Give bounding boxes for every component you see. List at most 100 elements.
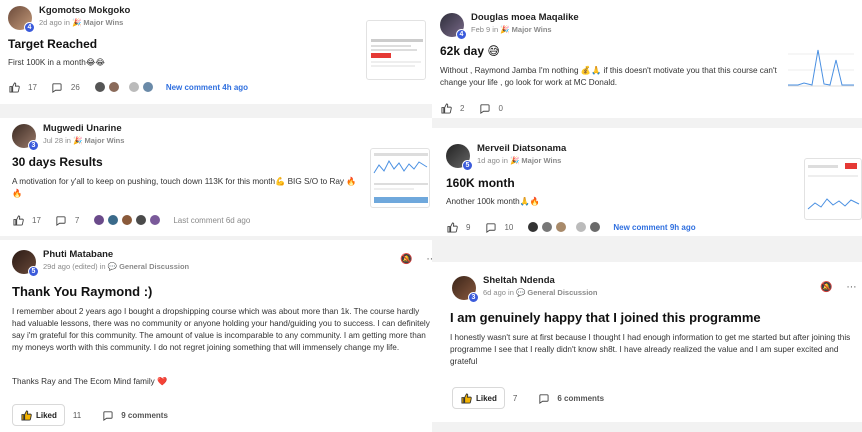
post-body: Another 100k month🙏🔥: [446, 197, 541, 206]
avatar[interactable]: 3: [452, 276, 479, 303]
commenter-avatars[interactable]: [527, 221, 603, 233]
commenter-avatars[interactable]: [93, 81, 156, 93]
thumbs-up-icon[interactable]: [8, 81, 20, 93]
comment-icon[interactable]: [51, 81, 63, 93]
like-count: 17: [28, 82, 37, 92]
category-link[interactable]: Major Wins: [84, 136, 124, 145]
comment-icon[interactable]: [101, 409, 113, 421]
liked-label: Liked: [476, 393, 497, 403]
avatar[interactable]: 5: [446, 144, 473, 171]
level-badge: 5: [28, 266, 39, 277]
avatar[interactable]: 3: [12, 124, 39, 151]
post-time: 29d ago (edited): [43, 261, 98, 271]
author-name[interactable]: Kgomotso Mokgoko: [39, 6, 130, 16]
post-card[interactable]: 3 Sheltah Ndenda 6d ago in 💬 General Dis…: [432, 262, 862, 422]
post-thumbnail[interactable]: [370, 148, 430, 208]
more-options-icon[interactable]: ⋯: [846, 282, 856, 293]
in-label: in: [502, 155, 508, 165]
comment-count: 0: [498, 103, 503, 113]
like-count: 9: [466, 222, 471, 232]
comment-count: 10: [504, 222, 514, 232]
post-meta: 1d ago in 🎉 Major Wins: [477, 155, 566, 165]
post-meta: Jul 28 in 🎉 Major Wins: [43, 135, 124, 145]
bell-off-icon[interactable]: 🔕: [820, 282, 832, 293]
post-stats: 17 26 New comment 4h ago: [8, 81, 248, 93]
post-stats: Liked 11 9 comments: [12, 404, 182, 426]
post-time: Feb 9: [471, 24, 491, 34]
chat-icon: 💬: [107, 261, 117, 271]
author-name[interactable]: Merveil Diatsonama: [477, 144, 566, 154]
comment-icon[interactable]: [55, 214, 67, 226]
liked-label: Liked: [36, 410, 57, 420]
level-badge: 4: [24, 22, 35, 33]
avatar[interactable]: 5: [12, 250, 39, 277]
post-time: 1d ago: [477, 155, 500, 165]
post-card[interactable]: 5 Merveil Diatsonama 1d ago in 🎉 Major W…: [432, 128, 862, 236]
comment-icon[interactable]: [478, 102, 490, 114]
post-actions: 🔕 ⋯: [386, 254, 432, 265]
post-body: I remember about 2 years ago I bought a …: [12, 307, 430, 352]
thumbs-up-icon[interactable]: [12, 214, 24, 226]
post-title[interactable]: 30 days Results: [12, 155, 103, 169]
comment-count: 7: [74, 215, 80, 225]
post-thumbnail[interactable]: [784, 30, 858, 96]
post-title[interactable]: I am genuinely happy that I joined this …: [450, 310, 761, 325]
category-link[interactable]: Major Wins: [512, 25, 552, 34]
author-name[interactable]: Sheltah Ndenda: [483, 276, 597, 286]
in-label: in: [492, 24, 499, 34]
like-count: 7: [512, 393, 518, 403]
post-thumbnail[interactable]: [366, 20, 426, 80]
screenshot-image: [371, 39, 423, 67]
post-time: 6d ago: [483, 287, 506, 297]
post-thumbnail[interactable]: [804, 158, 862, 220]
thumbs-up-icon[interactable]: [440, 102, 452, 114]
post-card[interactable]: 4 Kgomotso Mokgoko 2d ago in 🎉 Major Win…: [0, 0, 432, 104]
post-meta: 6d ago in 💬 General Discussion: [483, 287, 597, 297]
post-stats: 2 0: [440, 102, 517, 114]
post-time: 2d ago: [39, 17, 62, 27]
party-icon: 🎉: [509, 155, 520, 165]
category-link[interactable]: Major Wins: [83, 18, 123, 27]
bell-off-icon[interactable]: 🔕: [400, 254, 412, 265]
author-name[interactable]: Phuti Matabane: [43, 250, 189, 260]
post-title[interactable]: Target Reached: [8, 37, 97, 51]
level-badge: 3: [28, 140, 39, 151]
party-icon: 🎉: [73, 135, 83, 145]
category-link[interactable]: General Discussion: [119, 262, 189, 271]
comment-count[interactable]: 9 comments: [121, 411, 168, 420]
dashboard-image: [373, 153, 428, 203]
comment-icon[interactable]: [537, 392, 549, 404]
post-title[interactable]: 62k day 😅: [440, 44, 500, 58]
party-icon: 🎉: [500, 24, 510, 34]
activity-label[interactable]: Last comment 6d ago: [173, 216, 250, 225]
post-meta: 2d ago in 🎉 Major Wins: [39, 17, 130, 27]
party-icon: 🎉: [71, 17, 82, 27]
category-link[interactable]: Major Wins: [521, 156, 561, 165]
post-title[interactable]: 160K month: [446, 176, 515, 190]
like-count: 11: [72, 410, 82, 420]
comment-icon[interactable]: [484, 221, 496, 233]
dashboard-image: [807, 163, 860, 210]
post-body: A motivation for y'all to keep on pushin…: [12, 177, 357, 198]
post-card[interactable]: 4 Douglas moea Maqalike Feb 9 in 🎉 Major…: [432, 0, 862, 118]
in-label: in: [99, 261, 106, 271]
post-card[interactable]: 5 Phuti Matabane 29d ago (edited) in 💬 G…: [0, 240, 432, 432]
category-link[interactable]: General Discussion: [527, 288, 597, 297]
author-name[interactable]: Douglas moea Maqalike: [471, 13, 579, 23]
author-name[interactable]: Mugwedi Unarine: [43, 124, 124, 134]
comment-count[interactable]: 6 comments: [557, 394, 604, 403]
liked-button[interactable]: Liked: [12, 404, 65, 426]
thumbs-up-icon[interactable]: [446, 221, 458, 233]
level-badge: 5: [462, 160, 473, 171]
in-label: in: [508, 287, 514, 297]
activity-label[interactable]: New comment 4h ago: [166, 83, 248, 92]
post-stats: Liked 7 6 comments: [452, 387, 618, 409]
commenter-avatars[interactable]: [93, 214, 163, 226]
avatar[interactable]: 4: [440, 13, 467, 40]
avatar[interactable]: 4: [8, 6, 35, 33]
liked-button[interactable]: Liked: [452, 387, 505, 409]
post-title[interactable]: Thank You Raymond :): [12, 284, 152, 299]
post-actions: 🔕 ⋯: [806, 282, 856, 293]
post-card[interactable]: 3 Mugwedi Unarine Jul 28 in 🎉 Major Wins…: [0, 118, 432, 236]
activity-label[interactable]: New comment 9h ago: [613, 223, 695, 232]
